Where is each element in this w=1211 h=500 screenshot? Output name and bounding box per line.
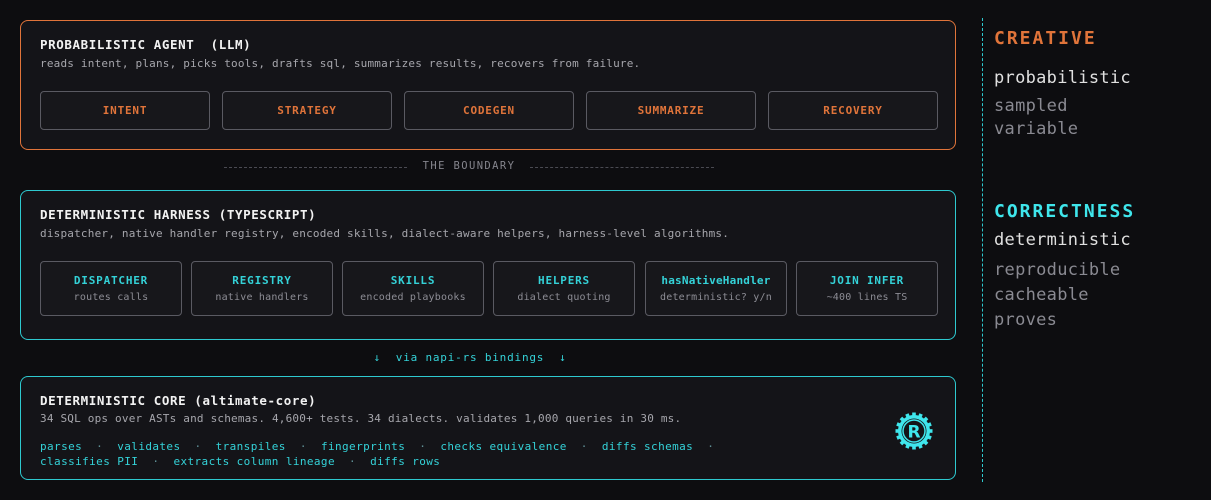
core-capability: fingerprints	[320, 440, 406, 453]
boundary-line-right	[530, 167, 714, 168]
correctness-heading: CORRECTNESS	[994, 201, 1136, 222]
harness-chip-skills: SKILLS encoded playbooks	[342, 261, 484, 316]
harness-chip-sub: ~400 lines TS	[826, 292, 908, 303]
capability-separator: ·	[566, 440, 602, 453]
boundary-label: THE BOUNDARY	[422, 160, 516, 172]
harness-chip-sub: routes calls	[73, 292, 149, 303]
legend-divider	[982, 18, 983, 482]
harness-chip-sub: dialect quoting	[517, 292, 611, 303]
harness-chip-label: hasNativeHandler	[661, 274, 771, 287]
probabilistic-agent-panel: PROBABILISTIC AGENT (LLM) reads intent, …	[20, 20, 956, 150]
capability-separator: ·	[334, 455, 371, 468]
creative-heading: CREATIVE	[994, 28, 1097, 49]
agent-chip-intent: INTENT	[40, 91, 210, 130]
core-capability: checks equivalence	[440, 440, 567, 453]
harness-chip-label: HELPERS	[538, 274, 590, 287]
capability-separator: ·	[138, 455, 174, 468]
core-capability: transpiles	[215, 440, 286, 453]
deterministic-harness-panel: DETERMINISTIC HARNESS (TYPESCRIPT) dispa…	[20, 190, 956, 340]
svg-text:R: R	[907, 423, 920, 443]
correctness-sub-label: reproducible	[994, 260, 1121, 280]
deterministic-core-panel: DETERMINISTIC CORE (altimate-core) 34 SQ…	[20, 376, 956, 480]
agent-title: PROBABILISTIC AGENT (LLM)	[40, 37, 252, 52]
agent-description: reads intent, plans, picks tools, drafts…	[40, 57, 641, 70]
harness-chip-sub: native handlers	[215, 292, 309, 303]
core-capabilities-line-1: parses · validates · transpiles · finger…	[40, 440, 728, 453]
core-capability: diffs rows	[370, 455, 441, 468]
correctness-sub-label: proves	[994, 310, 1058, 330]
creative-sub-label: variable	[994, 119, 1079, 139]
core-title: DETERMINISTIC CORE (altimate-core)	[40, 393, 317, 408]
agent-chip-recovery: RECOVERY	[768, 91, 938, 130]
agent-chip-summarize: SUMMARIZE	[586, 91, 756, 130]
agent-chip-strategy: STRATEGY	[222, 91, 392, 130]
harness-chip-label: REGISTRY	[232, 274, 292, 287]
agent-chip-label: SUMMARIZE	[637, 104, 705, 117]
agent-chip-label: RECOVERY	[823, 104, 883, 117]
creative-sub-label: sampled	[994, 96, 1068, 116]
harness-chip-join-infer: JOIN INFER ~400 lines TS	[796, 261, 938, 316]
harness-title: DETERMINISTIC HARNESS (TYPESCRIPT)	[40, 207, 317, 222]
agent-chip-codegen: CODEGEN	[404, 91, 574, 130]
boundary-separator: THE BOUNDARY	[224, 160, 714, 176]
capability-separator: ·	[180, 440, 216, 453]
agent-chip-label: STRATEGY	[277, 104, 337, 117]
napi-bindings-label: ↓ via napi-rs bindings ↓	[373, 351, 567, 364]
harness-chip-label: DISPATCHER	[73, 274, 149, 287]
correctness-sub-label: cacheable	[994, 285, 1089, 305]
correctness-main-label: deterministic	[994, 230, 1131, 250]
agent-chip-label: CODEGEN	[463, 104, 515, 117]
core-capability: validates	[117, 440, 181, 453]
harness-chip-label: SKILLS	[390, 274, 436, 287]
core-capability: extracts column lineage	[173, 455, 335, 468]
agent-chip-label: INTENT	[102, 104, 148, 117]
creative-main-label: probabilistic	[994, 68, 1131, 88]
harness-chip-dispatcher: DISPATCHER routes calls	[40, 261, 182, 316]
core-description: 34 SQL ops over ASTs and schemas. 4,600+…	[40, 412, 682, 425]
harness-chip-helpers: HELPERS dialect quoting	[493, 261, 635, 316]
harness-chip-has-native-handler: hasNativeHandler deterministic? y/n	[645, 261, 787, 316]
capability-separator: ·	[405, 440, 441, 453]
capability-separator: ·	[693, 440, 729, 453]
harness-chip-sub: deterministic? y/n	[660, 292, 772, 303]
harness-chip-sub: encoded playbooks	[360, 292, 466, 303]
core-capability: parses	[40, 440, 83, 453]
core-capability: diffs schemas	[601, 440, 694, 453]
rust-logo-icon: R	[895, 412, 933, 450]
harness-description: dispatcher, native handler registry, enc…	[40, 227, 730, 240]
core-capabilities-line-2: classifies PII · extracts column lineage…	[40, 455, 440, 468]
capability-separator: ·	[82, 440, 118, 453]
capability-separator: ·	[285, 440, 321, 453]
harness-chip-registry: REGISTRY native handlers	[191, 261, 333, 316]
harness-chip-label: JOIN INFER	[829, 274, 905, 287]
core-capability: classifies PII	[40, 455, 139, 468]
